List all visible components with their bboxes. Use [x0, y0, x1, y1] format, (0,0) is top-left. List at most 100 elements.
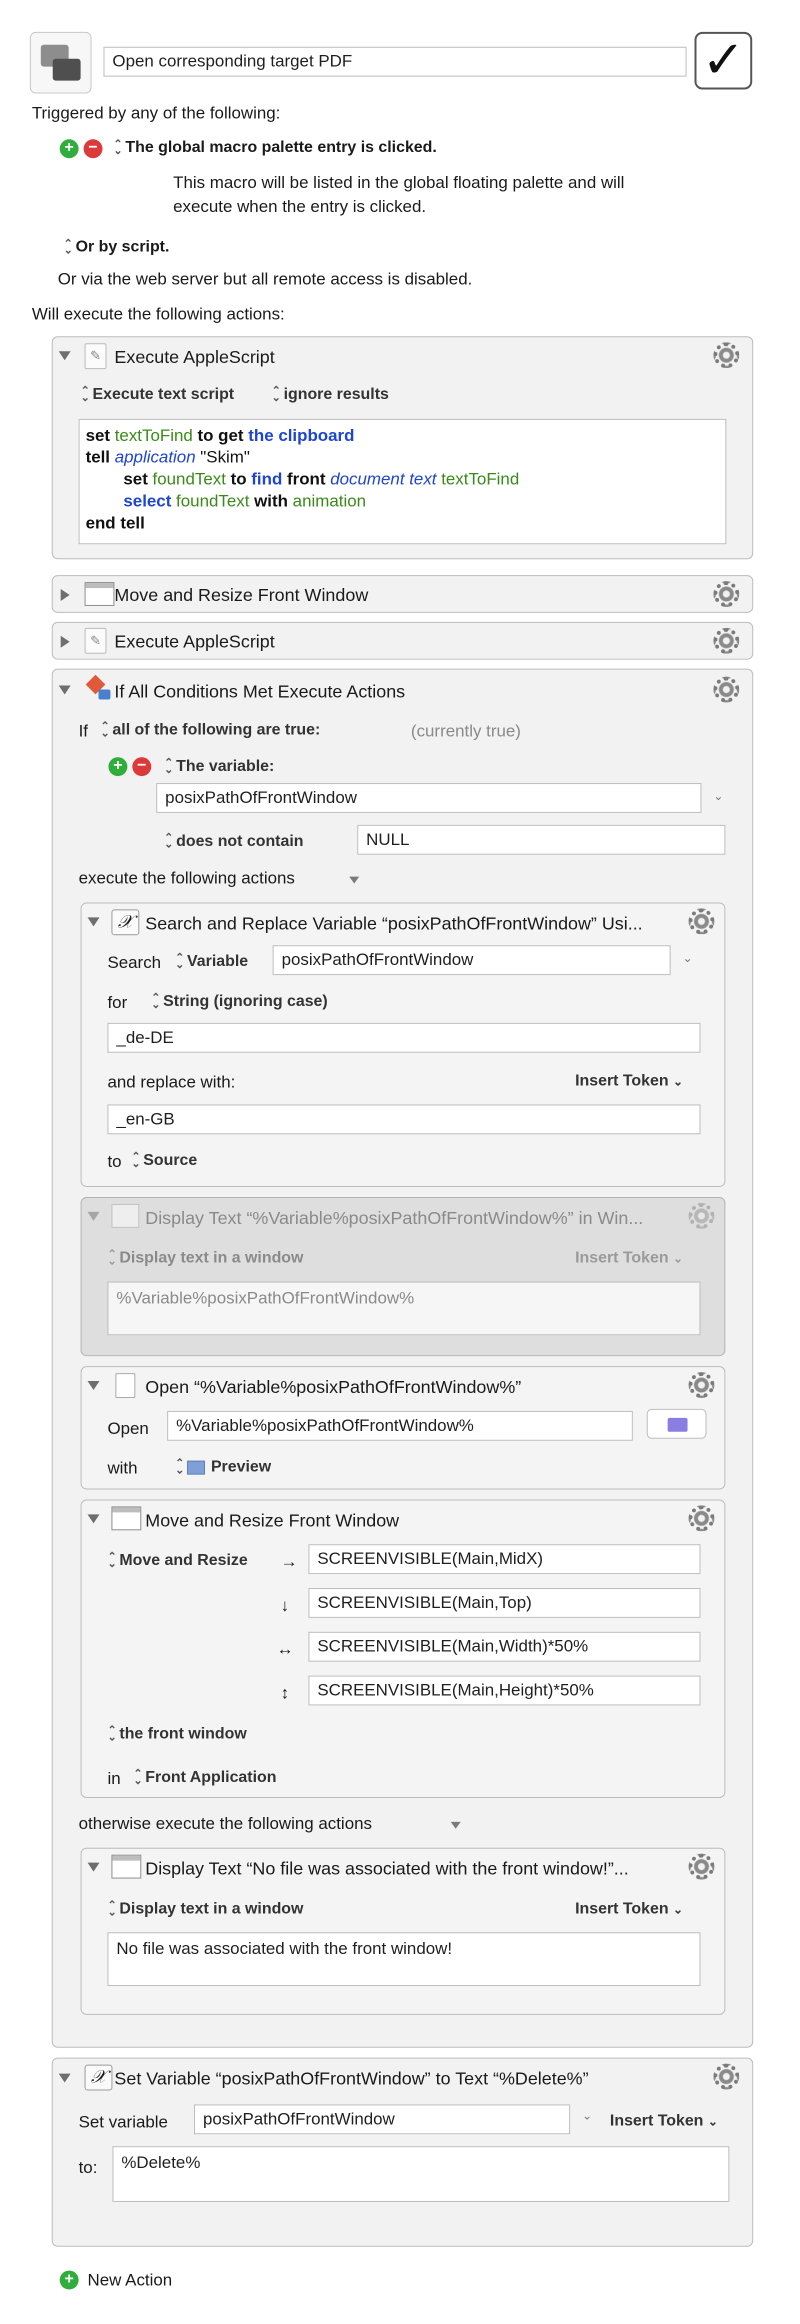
set-variable-field[interactable]: posixPathOfFrontWindow: [194, 2104, 571, 2135]
in-label: in: [107, 1769, 121, 1789]
move-resize-mode-popup[interactable]: ⌃ ⌄ Move and Resize: [107, 1551, 247, 1570]
condition-operator-popup[interactable]: ⌃ ⌄ does not contain: [164, 832, 304, 851]
trigger-desc-1: This macro will be listed in the global …: [173, 173, 625, 193]
disclosure-triangle-icon[interactable]: [87, 917, 100, 927]
target-app-label: Front Application: [145, 1769, 277, 1787]
disclosure-triangle-icon[interactable]: [58, 2073, 71, 2083]
for-type-popup[interactable]: ⌃ ⌄ String (ignoring case): [151, 992, 327, 1011]
chevron-down-icon[interactable]: ⌄: [683, 951, 693, 965]
disclosure-triangle-icon[interactable]: [87, 1514, 100, 1524]
action-set-variable: 𝒳 Set Variable “posixPathOfFrontWindow” …: [51, 2057, 754, 2247]
disclosure-triangle-icon[interactable]: [60, 635, 70, 648]
code-token: tell: [85, 447, 111, 467]
updown-icon: ⌃ ⌄: [113, 138, 123, 157]
replace-field[interactable]: _en-GB: [107, 1104, 701, 1135]
choose-file-button[interactable]: [646, 1408, 707, 1439]
x-field[interactable]: SCREENVISIBLE(Main,MidX): [308, 1544, 701, 1575]
script-trigger-popup[interactable]: ⌃ ⌄ Or by script.: [63, 237, 170, 257]
set-variable-label: Set variable: [78, 2112, 168, 2132]
new-action-icon[interactable]: +: [59, 2270, 79, 2290]
gear-icon[interactable]: [688, 1853, 715, 1880]
gear-icon[interactable]: [688, 1372, 715, 1398]
gear-icon[interactable]: [713, 581, 740, 607]
display-mode-popup[interactable]: ⌃ ⌄ Display text in a window: [107, 1249, 303, 1268]
script-mode-popup[interactable]: ⌃ ⌄ Execute text script: [81, 385, 235, 404]
else-menu-icon[interactable]: [450, 1821, 461, 1829]
open-with-app-popup[interactable]: ⌃ ⌄ Preview: [175, 1458, 271, 1477]
macro-name-field[interactable]: Open corresponding target PDF: [103, 46, 687, 77]
macro-icon: [29, 31, 92, 94]
window-icon: [111, 1854, 142, 1879]
then-menu-icon[interactable]: [349, 876, 360, 884]
updown-icon: ⌃ ⌄: [131, 1150, 141, 1170]
target-window-popup[interactable]: ⌃ ⌄ the front window: [107, 1725, 246, 1743]
y-field[interactable]: SCREENVISIBLE(Main,Top): [308, 1588, 701, 1618]
display-text-area[interactable]: No file was associated with the front wi…: [107, 1932, 701, 1987]
gear-icon[interactable]: [713, 627, 740, 654]
condition-value-field[interactable]: NULL: [357, 824, 726, 855]
for-label: for: [107, 993, 128, 1012]
gear-icon[interactable]: [688, 1202, 715, 1229]
action-title: Set Variable “posixPathOfFrontWindow” to…: [114, 2068, 589, 2089]
target-app-popup[interactable]: ⌃ ⌄ Front Application: [133, 1768, 277, 1787]
open-path-field[interactable]: %Variable%posixPathOfFrontWindow%: [167, 1410, 633, 1441]
find-field[interactable]: _de-DE: [107, 1022, 701, 1053]
action-title: Execute AppleScript: [114, 347, 275, 368]
search-type-popup[interactable]: ⌃ ⌄ Variable: [175, 952, 249, 971]
search-type-label: Variable: [187, 953, 249, 971]
height-field[interactable]: SCREENVISIBLE(Main,Height)*50%: [308, 1675, 701, 1706]
insert-token-menu[interactable]: Insert Token ⌄: [610, 2112, 718, 2130]
chevron-down-icon[interactable]: ⌄: [713, 789, 723, 803]
script-editor[interactable]: set textToFind to get the clipboard tell…: [78, 418, 727, 545]
condition-operator-label: does not contain: [176, 832, 304, 850]
applescript-icon: ✎: [84, 343, 107, 370]
code-token: with: [254, 491, 288, 511]
updown-icon: ⌃ ⌄: [63, 237, 73, 257]
gear-icon[interactable]: [688, 908, 715, 935]
display-mode-popup[interactable]: ⌃ ⌄ Display text in a window: [107, 1900, 303, 1918]
disclosure-triangle-icon[interactable]: [87, 1862, 100, 1872]
height-arrow-icon: ↕: [280, 1683, 290, 1703]
trigger-type-popup[interactable]: ⌃ ⌄ The global macro palette entry is clic…: [113, 139, 436, 157]
code-token: the clipboard: [248, 425, 355, 445]
code-token: application: [114, 447, 196, 467]
remove-trigger-icon[interactable]: −: [83, 139, 103, 159]
disclosure-triangle-icon[interactable]: [58, 685, 71, 695]
to-popup[interactable]: ⌃ ⌄ Source: [131, 1150, 197, 1170]
display-text-area[interactable]: %Variable%posixPathOfFrontWindow%: [107, 1281, 701, 1336]
add-trigger-icon[interactable]: +: [59, 139, 79, 159]
match-popup[interactable]: ⌃ ⌄ all of the following are true:: [100, 721, 320, 739]
disclosure-triangle-icon[interactable]: [87, 1381, 100, 1391]
disclosure-triangle-icon[interactable]: [60, 589, 70, 601]
gear-icon[interactable]: [713, 2063, 740, 2090]
condition-type-popup[interactable]: ⌃ ⌄ The variable:: [164, 757, 275, 776]
preview-app-icon: [187, 1460, 205, 1475]
script-result-popup[interactable]: ⌃ ⌄ ignore results: [271, 384, 389, 404]
gear-icon[interactable]: [713, 676, 740, 703]
gear-icon[interactable]: [713, 342, 740, 369]
updown-icon: ⌃ ⌄: [107, 1899, 117, 1919]
add-condition-icon[interactable]: +: [108, 757, 128, 777]
remove-condition-icon[interactable]: −: [132, 757, 152, 777]
disclosure-triangle-icon[interactable]: [87, 1211, 100, 1221]
search-variable-field[interactable]: posixPathOfFrontWindow: [272, 945, 671, 976]
macro-enabled-checkbox[interactable]: ✓: [694, 31, 753, 90]
set-variable-value[interactable]: %Delete%: [112, 2146, 730, 2202]
insert-token-menu[interactable]: Insert Token ⌄: [575, 1073, 683, 1091]
updown-icon: ⌃ ⌄: [271, 384, 281, 404]
action-execute-applescript-collapsed[interactable]: ✎ Execute AppleScript: [51, 621, 754, 660]
chevron-down-icon[interactable]: ⌄: [582, 2108, 592, 2122]
insert-token-menu[interactable]: Insert Token ⌄: [575, 1250, 683, 1268]
disclosure-triangle-icon[interactable]: [58, 351, 71, 361]
new-action-button[interactable]: New Action: [88, 2271, 173, 2291]
chevron-down-icon: ⌄: [707, 2114, 718, 2129]
folder-icon: [667, 1417, 688, 1432]
chevron-down-icon: ⌄: [673, 1251, 684, 1266]
action-move-resize-collapsed[interactable]: Move and Resize Front Window: [51, 575, 754, 613]
condition-variable-field[interactable]: posixPathOfFrontWindow: [156, 783, 702, 813]
width-field[interactable]: SCREENVISIBLE(Main,Width)*50%: [308, 1631, 701, 1662]
insert-token-label: Insert Token: [609, 2112, 704, 2130]
condition-type-label: The variable:: [176, 758, 275, 776]
insert-token-menu[interactable]: Insert Token ⌄: [575, 1900, 683, 1918]
gear-icon[interactable]: [688, 1505, 715, 1532]
